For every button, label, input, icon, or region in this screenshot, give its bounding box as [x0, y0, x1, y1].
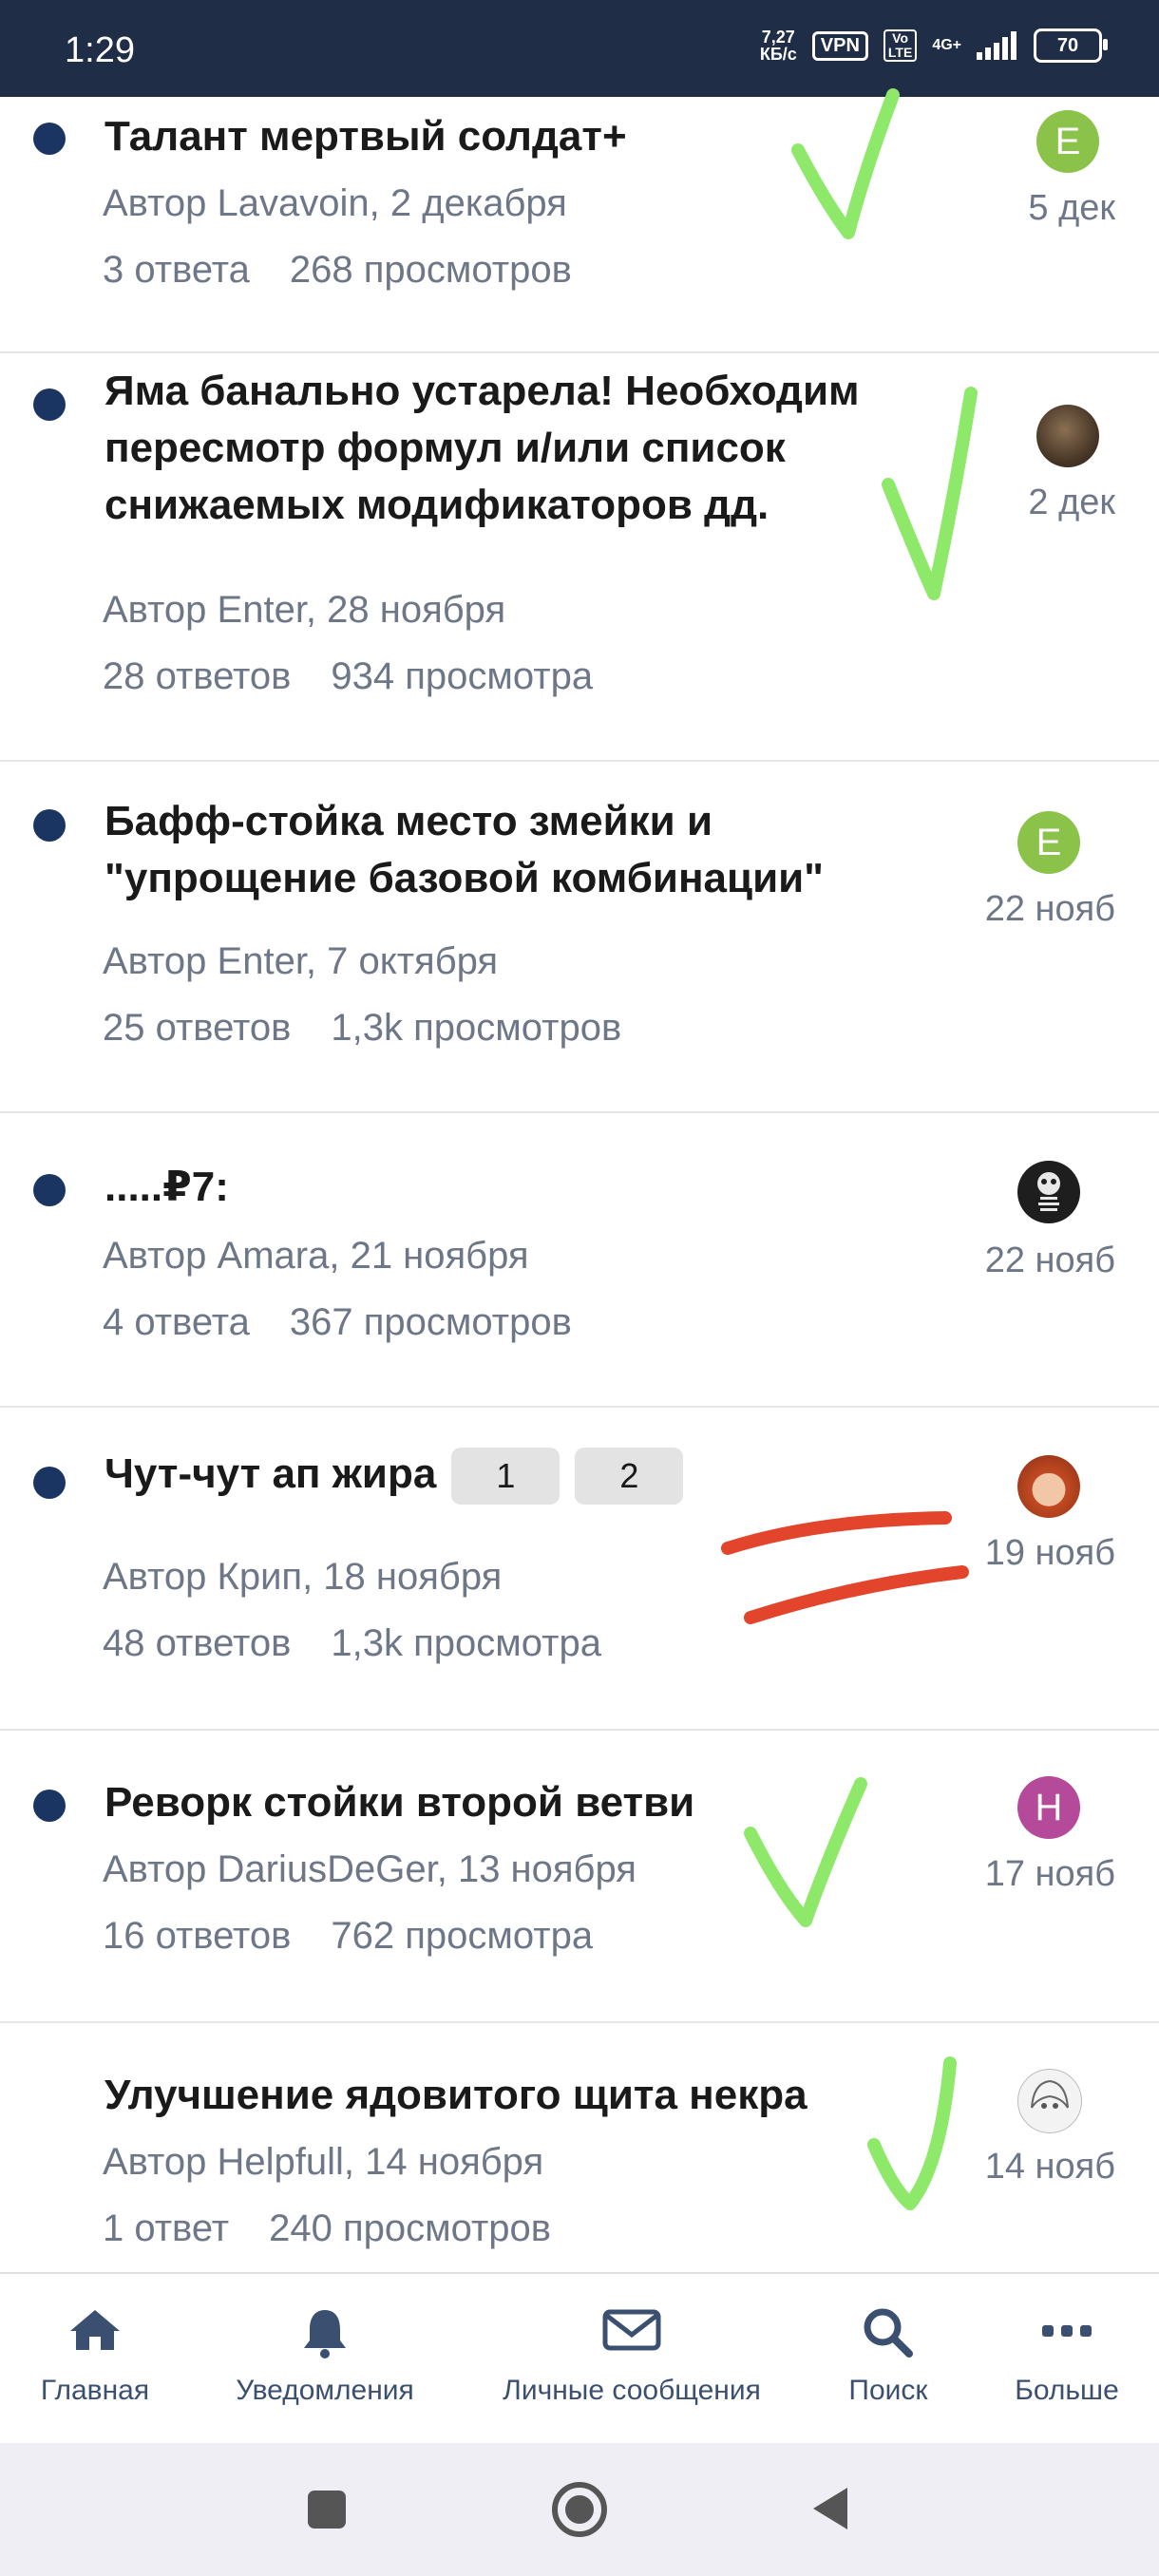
avatar[interactable]	[1017, 2069, 1082, 2133]
topic-row[interactable]: Бафф-стойка место змейки и "упрощение ба…	[0, 760, 1159, 1113]
topic-stats: 25 ответов 1,3k просмотров	[103, 1007, 621, 1050]
topic-row[interactable]: Реворк стойки второй ветви Автор DariusD…	[0, 1729, 1159, 2023]
topic-last-date: 2 дек	[1028, 483, 1115, 522]
unread-dot	[33, 809, 66, 842]
home-circle-icon[interactable]	[549, 2479, 610, 2540]
topic-replies: 48 ответов	[103, 1622, 292, 1664]
topic-title[interactable]: Бафф-стойка место змейки и "упрощение ба…	[104, 793, 902, 907]
topic-row[interactable]: Яма банально устарела! Необходим пересмо…	[0, 351, 1159, 762]
topic-last-date: 22 нояб	[984, 889, 1115, 929]
topic-author: Автор Enter, 7 октября	[103, 940, 499, 982]
avatar[interactable]: E	[1017, 811, 1080, 874]
avatar[interactable]	[1036, 405, 1099, 467]
recents-icon[interactable]	[306, 2489, 348, 2530]
signal-icon	[977, 31, 1016, 60]
topic-replies: 16 ответов	[103, 1915, 292, 1957]
topic-replies: 3 ответа	[103, 249, 250, 291]
topic-title[interactable]: Реворк стойки второй ветви	[104, 1774, 902, 1831]
topic-title[interactable]: Чут-чут ап жира 1 2	[104, 1446, 902, 1506]
topic-last-date: 22 нояб	[984, 1241, 1115, 1280]
bell-icon	[304, 2310, 346, 2358]
nav-label: Больше	[1015, 2375, 1119, 2406]
nav-more[interactable]: Больше	[998, 2274, 1136, 2445]
topic-last-date: 14 нояб	[984, 2147, 1115, 2187]
nav-messages[interactable]: Личные сообщения	[484, 2274, 779, 2445]
back-icon[interactable]	[809, 2485, 851, 2532]
topic-row[interactable]: .....₽7: Автор Amara, 21 ноября 4 ответа…	[0, 1111, 1159, 1408]
network-type: 4G+	[932, 37, 961, 53]
envelope-icon	[602, 2309, 661, 2351]
topic-stats: 16 ответов 762 просмотра	[103, 1915, 593, 1958]
nav-home[interactable]: Главная	[0, 2274, 190, 2445]
topic-views: 762 просмотра	[331, 1915, 594, 1957]
topic-replies: 25 ответов	[103, 1007, 292, 1049]
topic-replies: 1 ответ	[103, 2207, 230, 2249]
topic-views: 367 просмотров	[289, 1301, 572, 1343]
topic-views: 1,3k просмотров	[331, 1007, 622, 1049]
topic-views: 240 просмотров	[269, 2207, 552, 2249]
volte-top: Vo	[892, 30, 909, 46]
topic-row[interactable]: Талант мертвый солдат+ Автор Lavavoin, 2…	[0, 97, 1159, 353]
topic-stats: 3 ответа 268 просмотров	[103, 249, 572, 292]
topic-author: Автор Крип, 18 ноября	[103, 1556, 503, 1598]
status-time: 1:29	[65, 30, 135, 70]
network-speed-unit: КБ/с	[759, 45, 797, 64]
topic-row[interactable]: Чут-чут ап жира 1 2 Автор Крип, 18 ноября …	[0, 1406, 1159, 1731]
volte-icon: Vo LTE	[883, 29, 918, 62]
topic-title[interactable]: Улучшение ядовитого щита некра	[104, 2067, 902, 2124]
nav-label: Личные сообщения	[503, 2375, 761, 2406]
avatar[interactable]	[1017, 1161, 1080, 1223]
unread-dot	[33, 388, 66, 421]
volte-bottom: LTE	[887, 45, 913, 60]
topic-author: Автор DariusDeGer, 13 ноября	[103, 1848, 636, 1890]
topic-views: 1,3k просмотра	[331, 1622, 601, 1664]
home-icon	[70, 2310, 120, 2350]
unread-dot	[33, 123, 66, 155]
search-icon	[864, 2308, 913, 2358]
network-speed-value: 7,27	[761, 28, 795, 47]
more-dots-icon	[1042, 2325, 1092, 2337]
topic-replies: 28 ответов	[103, 655, 292, 697]
topic-last-date: 5 дек	[1028, 188, 1115, 228]
topic-replies: 4 ответа	[103, 1301, 250, 1343]
topic-title-text: Чут-чут ап жира	[104, 1450, 437, 1497]
nav-label: Уведомления	[236, 2375, 414, 2406]
nav-label: Главная	[40, 2375, 150, 2406]
avatar[interactable]	[1017, 1455, 1080, 1518]
status-bar: 1:29 7,27 КБ/с VPN Vo LTE 4G+ 70	[0, 0, 1159, 97]
topic-title[interactable]: Яма банально устарела! Необходим пересмо…	[104, 363, 902, 534]
nav-notifications[interactable]: Уведомления	[218, 2274, 431, 2445]
page-link[interactable]: 2	[575, 1448, 684, 1506]
unread-dot	[33, 1467, 66, 1499]
unread-dot	[33, 1790, 66, 1822]
topic-stats: 28 ответов 934 просмотра	[103, 655, 593, 698]
topic-title[interactable]: Талант мертвый солдат+	[104, 108, 902, 165]
topic-author: Автор Amara, 21 ноября	[103, 1235, 529, 1277]
topic-stats: 4 ответа 367 просмотров	[103, 1301, 572, 1344]
page-link[interactable]: 1	[451, 1448, 560, 1506]
system-nav-bar	[0, 2443, 1159, 2576]
bottom-nav: Главная Уведомления Личные сообщения Пои…	[0, 2272, 1159, 2445]
topic-author: Автор Enter, 28 ноября	[103, 589, 506, 631]
anime-avatar-icon	[1031, 2079, 1069, 2109]
topic-stats: 48 ответов 1,3k просмотра	[103, 1622, 601, 1665]
topic-stats: 1 ответ 240 просмотров	[103, 2207, 551, 2250]
unread-dot	[33, 1174, 66, 1206]
topic-views: 934 просмотра	[331, 655, 594, 697]
nav-search[interactable]: Поиск	[817, 2274, 960, 2445]
topic-author: Автор Helpfull, 14 ноября	[103, 2141, 544, 2183]
vpn-icon: VPN	[811, 30, 868, 61]
topic-last-date: 19 нояб	[984, 1533, 1115, 1573]
avatar[interactable]: H	[1017, 1776, 1080, 1839]
topic-last-date: 17 нояб	[984, 1854, 1115, 1894]
nav-label: Поиск	[848, 2375, 928, 2406]
avatar[interactable]: E	[1036, 110, 1099, 173]
topic-author: Автор Lavavoin, 2 декабря	[103, 182, 567, 224]
status-icons: 7,27 КБ/с VPN Vo LTE 4G+ 70	[760, 28, 1108, 63]
topic-title[interactable]: .....₽7:	[104, 1159, 902, 1216]
battery-icon: 70	[1034, 28, 1108, 63]
skeleton-avatar-icon	[1037, 1172, 1060, 1211]
network-speed: 7,27 КБ/с	[760, 28, 797, 63]
topic-views: 268 просмотров	[289, 249, 572, 291]
